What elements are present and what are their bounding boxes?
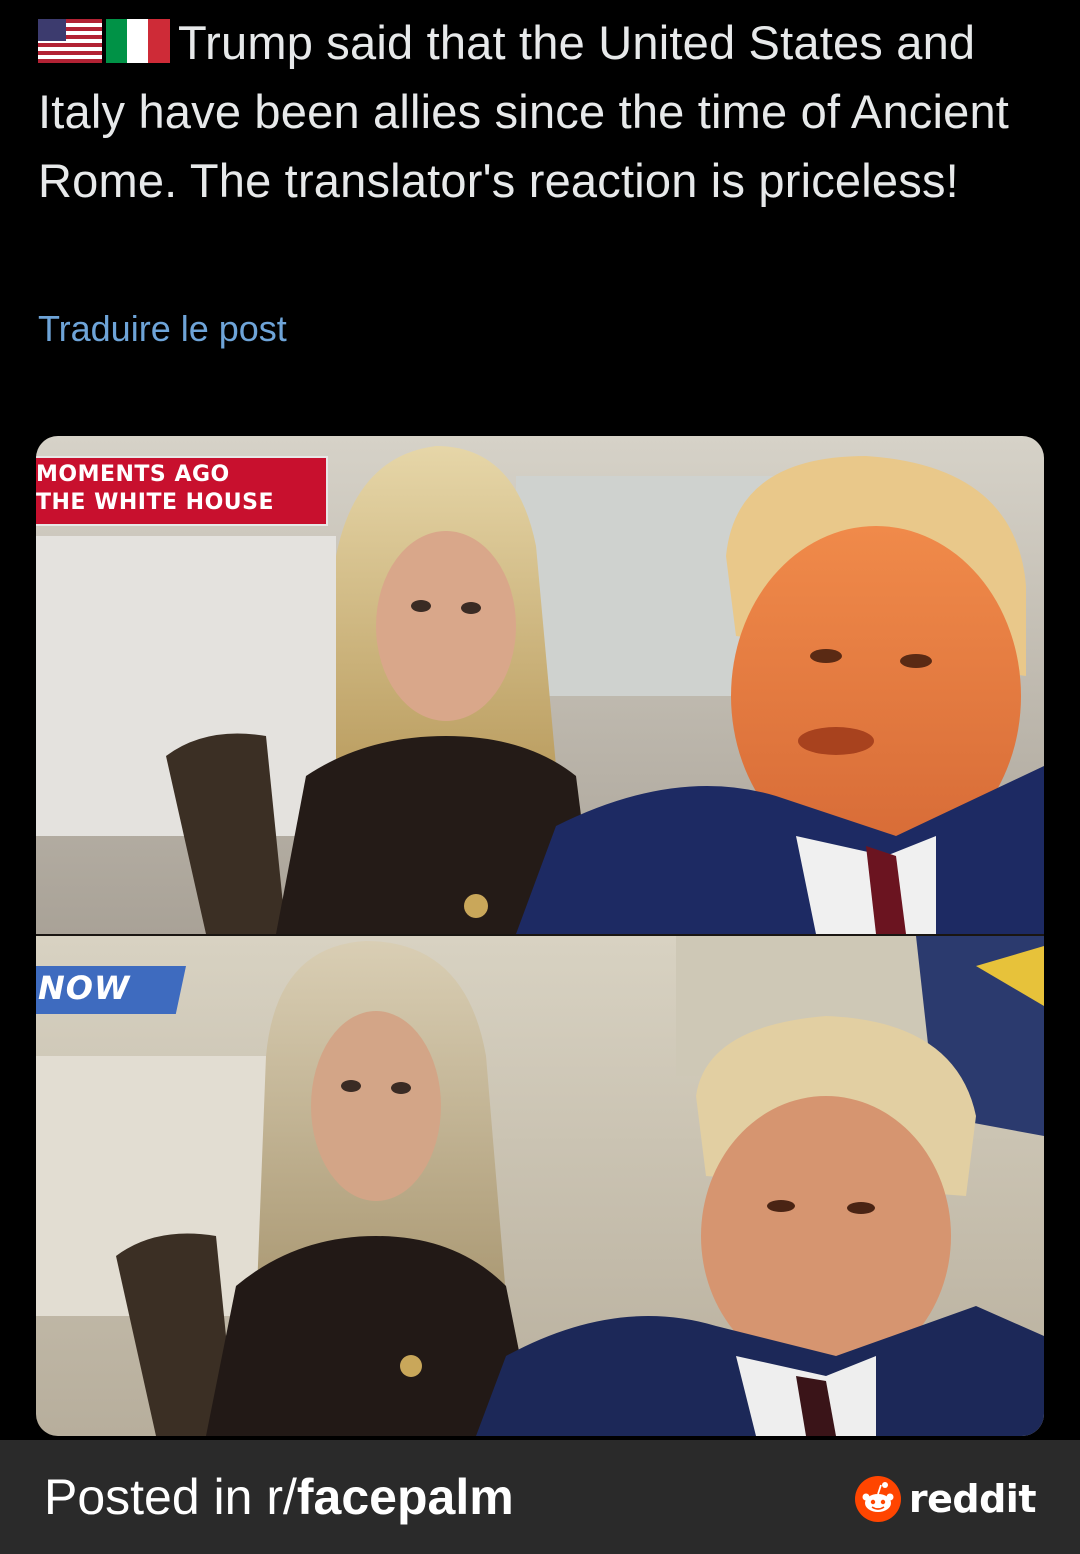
us-flag-icon bbox=[38, 19, 102, 63]
posted-in-label: Posted in r/facepalm bbox=[44, 1468, 514, 1526]
italy-flag-icon bbox=[106, 19, 170, 63]
image-frame-top: MOMENTS AGO THE WHITE HOUSE bbox=[36, 436, 1044, 934]
subreddit-name[interactable]: facepalm bbox=[297, 1469, 514, 1525]
reddit-snoo-icon bbox=[854, 1476, 901, 1522]
translate-post-link[interactable]: Traduire le post bbox=[38, 308, 287, 350]
reddit-wordmark: reddit bbox=[908, 1477, 1037, 1521]
reddit-footer: Posted in r/facepalm reddit bbox=[0, 1440, 1080, 1554]
post-image[interactable]: MOMENTS AGO THE WHITE HOUSE NOW bbox=[36, 436, 1044, 1436]
image-frame-bottom bbox=[36, 936, 1044, 1436]
posted-in-prefix: Posted in r/ bbox=[44, 1469, 297, 1525]
bottom-frame-scene bbox=[36, 936, 1044, 1436]
news-banner-line-2: THE WHITE HOUSE bbox=[36, 490, 275, 515]
post-body-text: Trump said that the United States and It… bbox=[38, 16, 1010, 207]
post-text-block: Trump said that the United States and It… bbox=[38, 8, 1038, 215]
post-card: Trump said that the United States and It… bbox=[0, 0, 1080, 1440]
now-logo-text: NOW bbox=[38, 969, 131, 1007]
reddit-logo[interactable]: reddit bbox=[854, 1476, 1037, 1522]
news-banner-line-1: MOMENTS AGO bbox=[36, 462, 230, 487]
